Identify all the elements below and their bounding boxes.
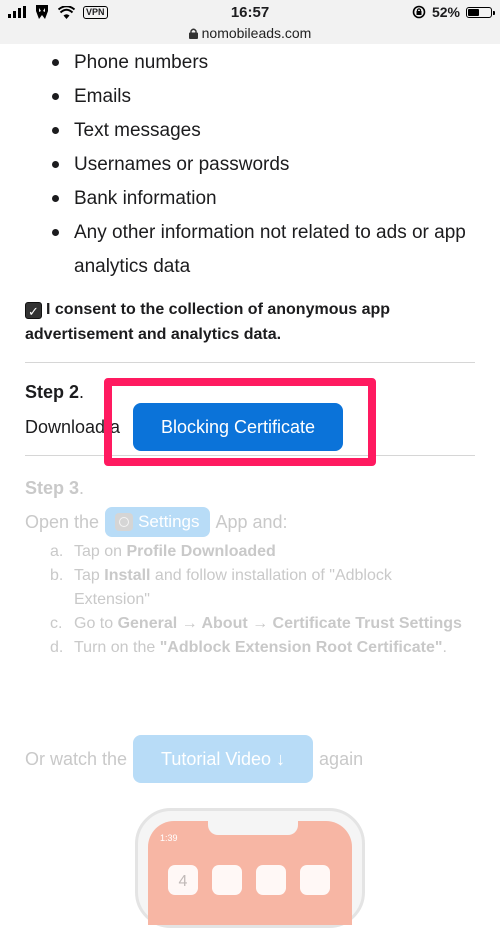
instruction-letter: b.: [50, 567, 64, 584]
battery-icon: [466, 6, 495, 18]
phone-time: 1:39: [160, 833, 178, 843]
step3-open-line: Open the Settings App and:: [25, 506, 288, 538]
phone-screen: 1:39 4: [148, 821, 352, 925]
step3-open-text: Open the: [25, 511, 100, 532]
photos-app-icon: [212, 865, 242, 895]
watch-prefix: Or watch the: [25, 748, 128, 769]
instruction-text: Tap on: [74, 543, 127, 560]
instruction-text: Turn on the: [74, 639, 160, 656]
list-item: Any other information not related to ads…: [48, 216, 468, 284]
url-bar[interactable]: nomobileads.com: [0, 24, 500, 44]
watch-video-line: Or watch the Tutorial Video ↓ again: [25, 735, 363, 783]
divider: [25, 362, 475, 363]
phone-preview-image: 1:39 4: [135, 808, 365, 928]
step3-title: Step 3.: [25, 478, 85, 498]
instruction-bold: Profile Downloaded: [126, 543, 276, 560]
step3-instructions: a. Tap on Profile Downloaded b. Tap Inst…: [50, 540, 470, 660]
watch-suffix: again: [319, 748, 364, 769]
instruction-letter: d.: [50, 639, 64, 656]
step3-title-text: Step 3: [25, 478, 80, 498]
maps-app-icon: [256, 865, 286, 895]
battery-level: [468, 8, 479, 16]
tutorial-video-button[interactable]: Tutorial Video ↓: [133, 735, 314, 783]
phone-notch: [208, 821, 298, 835]
instruction-bold: "Adblock Extension Root Certificate": [159, 639, 443, 656]
instruction-bold: General → About → Certificate Trust Sett…: [117, 615, 462, 632]
list-item: Usernames or passwords: [48, 148, 468, 182]
calendar-day: 4: [178, 873, 188, 890]
list-item: Emails: [48, 80, 468, 114]
step2-title-text: Step 2: [25, 382, 80, 402]
consent-row[interactable]: ✓ I consent to the collection of anonymou…: [25, 297, 475, 347]
instruction-text: Go to: [74, 615, 118, 632]
url-domain: nomobileads.com: [201, 25, 312, 41]
status-right: 52%: [412, 4, 495, 20]
excluded-data-list: Phone numbers Emails Text messages Usern…: [48, 46, 468, 284]
instruction-bold: Install: [104, 567, 151, 584]
instruction-item: d. Turn on the "Adblock Extension Root C…: [50, 636, 470, 660]
rotation-lock-icon: [412, 5, 426, 19]
instruction-text: Tap: [74, 567, 105, 584]
list-item: Bank information: [48, 182, 468, 216]
instruction-item: a. Tap on Profile Downloaded: [50, 540, 470, 564]
instruction-letter: c.: [50, 615, 63, 632]
consent-checkbox[interactable]: ✓: [25, 302, 42, 319]
settings-gear-icon: [115, 513, 134, 531]
highlight-box: [104, 378, 376, 466]
instruction-letter: a.: [50, 543, 64, 560]
step2-title: Step 2.: [25, 382, 85, 402]
status-bar: VPN 16:57 52%: [0, 0, 500, 24]
lock-icon: [188, 28, 198, 39]
instruction-item: b. Tap Install and follow installation o…: [50, 564, 470, 612]
list-item: Phone numbers: [48, 46, 468, 80]
battery-percent: 52%: [431, 4, 460, 20]
instruction-text: .: [442, 639, 447, 656]
instruction-item: c. Go to General → About → Certificate T…: [50, 612, 470, 636]
settings-label: Settings: [138, 512, 200, 531]
settings-button[interactable]: Settings: [105, 507, 210, 537]
consent-text: I consent to the collection of anonymous…: [25, 301, 391, 343]
step3-app-text: App and:: [215, 511, 288, 532]
calendar-app-icon: 4: [168, 865, 198, 895]
list-item: Text messages: [48, 114, 468, 148]
reminders-app-icon: [300, 865, 330, 895]
